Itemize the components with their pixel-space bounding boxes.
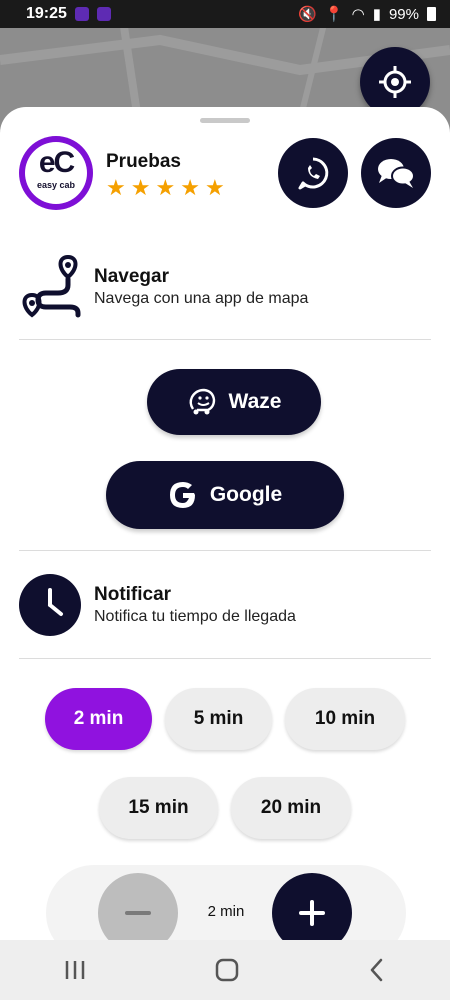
navigate-title: Navegar xyxy=(94,266,169,287)
whatsapp-icon xyxy=(298,157,329,190)
plus-icon xyxy=(299,900,325,926)
divider xyxy=(19,550,431,551)
status-bar: 19:25 🔇 📍 ◠ ▮ 99% xyxy=(0,0,450,28)
rating-stars: ★ ★ ★ ★ ★ xyxy=(106,177,225,199)
minus-icon xyxy=(125,911,151,915)
system-nav-bar xyxy=(0,940,450,1000)
app-notification-icon xyxy=(96,7,111,21)
waze-icon xyxy=(189,388,215,415)
star-icon: ★ xyxy=(204,175,225,200)
trip-bottom-sheet: eC easy cab Pruebas ★ ★ ★ ★ ★ Navegar Na… xyxy=(0,107,450,1000)
chat-button[interactable] xyxy=(361,138,431,208)
route-icon xyxy=(22,255,81,318)
stepper-value: 2 min xyxy=(207,903,245,920)
whatsapp-button[interactable] xyxy=(278,138,348,208)
divider xyxy=(19,658,431,659)
time-chip-20min[interactable]: 20 min xyxy=(231,777,351,839)
driver-name: Pruebas xyxy=(106,151,181,172)
driver-avatar-logo: eC easy cab xyxy=(19,136,93,210)
battery-level: 99% xyxy=(388,5,419,23)
notify-subtitle: Notifica tu tiempo de llegada xyxy=(94,608,296,625)
time-chip-2min[interactable]: 2 min xyxy=(45,688,152,750)
crosshair-icon xyxy=(379,66,411,98)
recent-apps-icon[interactable] xyxy=(63,959,87,981)
star-icon: ★ xyxy=(155,175,176,200)
chat-bubbles-icon xyxy=(378,159,415,188)
star-icon: ★ xyxy=(130,175,151,200)
logo-initials: eC xyxy=(38,146,75,179)
divider xyxy=(19,339,431,340)
notify-title: Notificar xyxy=(94,584,172,605)
logo-subtitle: easy cab xyxy=(36,180,76,190)
time-chip-5min[interactable]: 5 min xyxy=(165,688,272,750)
time-chip-10min[interactable]: 10 min xyxy=(285,688,405,750)
star-icon: ★ xyxy=(180,175,200,200)
google-icon xyxy=(169,482,195,508)
wifi-icon: ◠ xyxy=(351,6,365,23)
star-icon: ★ xyxy=(106,175,126,200)
status-time: 19:25 xyxy=(26,5,67,22)
google-label: Google xyxy=(209,483,283,506)
waze-label: Waze xyxy=(228,390,282,413)
time-chip-15min[interactable]: 15 min xyxy=(99,777,218,839)
app-notification-icon xyxy=(74,7,89,21)
back-icon[interactable] xyxy=(367,958,387,982)
mute-icon: 🔇 xyxy=(298,6,317,23)
drag-handle[interactable] xyxy=(200,118,250,123)
status-indicators: 🔇 📍 ◠ ▮ 99% xyxy=(298,0,436,28)
clock-icon-circle xyxy=(19,574,81,636)
clock-icon xyxy=(48,588,63,616)
signal-icon: ▮ xyxy=(372,6,381,23)
location-icon: 📍 xyxy=(324,6,344,23)
battery-icon xyxy=(427,7,436,21)
waze-button[interactable]: Waze xyxy=(147,369,321,435)
home-icon[interactable] xyxy=(214,957,240,983)
google-maps-button[interactable]: Google xyxy=(106,461,344,529)
navigate-subtitle: Navega con una app de mapa xyxy=(94,290,309,307)
